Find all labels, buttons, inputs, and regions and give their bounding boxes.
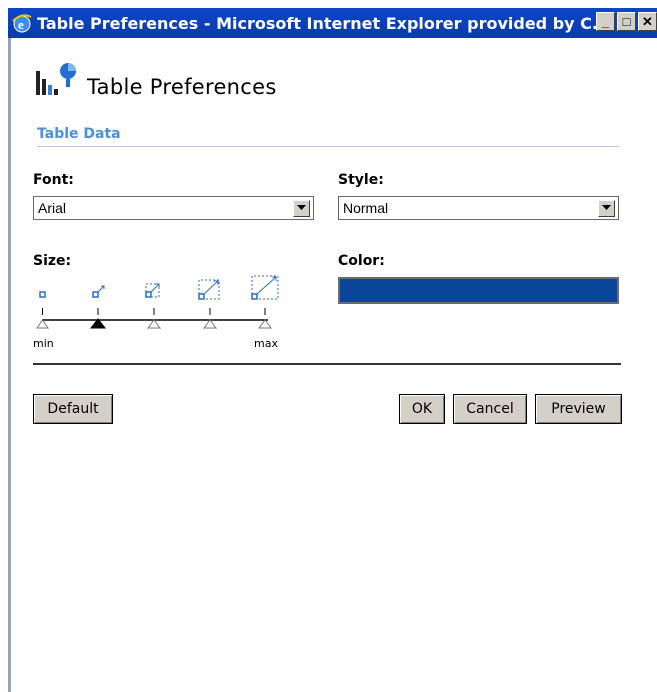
size-max-label: max bbox=[254, 337, 278, 350]
internet-explorer-icon: e bbox=[12, 14, 32, 33]
font-select-value: Arial bbox=[38, 200, 67, 216]
cancel-button-label: Cancel bbox=[466, 401, 514, 417]
size-level-1-icon[interactable] bbox=[36, 291, 49, 329]
size-slider[interactable] bbox=[28, 272, 298, 336]
cancel-button[interactable]: Cancel bbox=[453, 394, 527, 424]
size-min-label: min bbox=[33, 337, 54, 350]
close-button[interactable]: ✕ bbox=[638, 12, 657, 31]
size-label: Size: bbox=[33, 253, 72, 269]
maximize-button[interactable]: □ bbox=[617, 12, 636, 31]
svg-text:e: e bbox=[18, 17, 24, 32]
size-level-3-icon[interactable] bbox=[145, 283, 161, 329]
default-button-label: Default bbox=[47, 401, 99, 417]
section-divider bbox=[37, 146, 619, 147]
font-dropdown-arrow-icon[interactable] bbox=[293, 199, 310, 217]
style-select[interactable]: Normal bbox=[338, 196, 619, 220]
window-title: Table Preferences - Microsoft Internet E… bbox=[37, 13, 611, 33]
font-label: Font: bbox=[33, 172, 74, 188]
window-title-bar[interactable]: e Table Preferences - Microsoft Internet… bbox=[8, 8, 657, 38]
default-button[interactable]: Default bbox=[33, 394, 113, 424]
size-level-4-icon[interactable] bbox=[198, 279, 220, 329]
ok-button-label: OK bbox=[411, 401, 433, 417]
page-title: Table Preferences bbox=[87, 75, 277, 99]
ok-button[interactable]: OK bbox=[399, 394, 445, 424]
preview-button-label: Preview bbox=[551, 401, 606, 417]
color-label: Color: bbox=[338, 253, 385, 269]
color-picker-swatch[interactable] bbox=[338, 277, 619, 304]
chart-icon bbox=[36, 63, 76, 95]
preview-button[interactable]: Preview bbox=[535, 394, 622, 424]
size-level-2-icon[interactable] bbox=[89, 285, 107, 329]
buttons-divider bbox=[33, 363, 621, 365]
section-title: Table Data bbox=[37, 126, 121, 142]
style-label: Style: bbox=[338, 172, 384, 188]
style-select-value: Normal bbox=[343, 200, 389, 216]
minimize-button[interactable]: _ bbox=[596, 12, 615, 31]
style-dropdown-arrow-icon[interactable] bbox=[598, 199, 615, 217]
font-select[interactable]: Arial bbox=[33, 196, 314, 220]
